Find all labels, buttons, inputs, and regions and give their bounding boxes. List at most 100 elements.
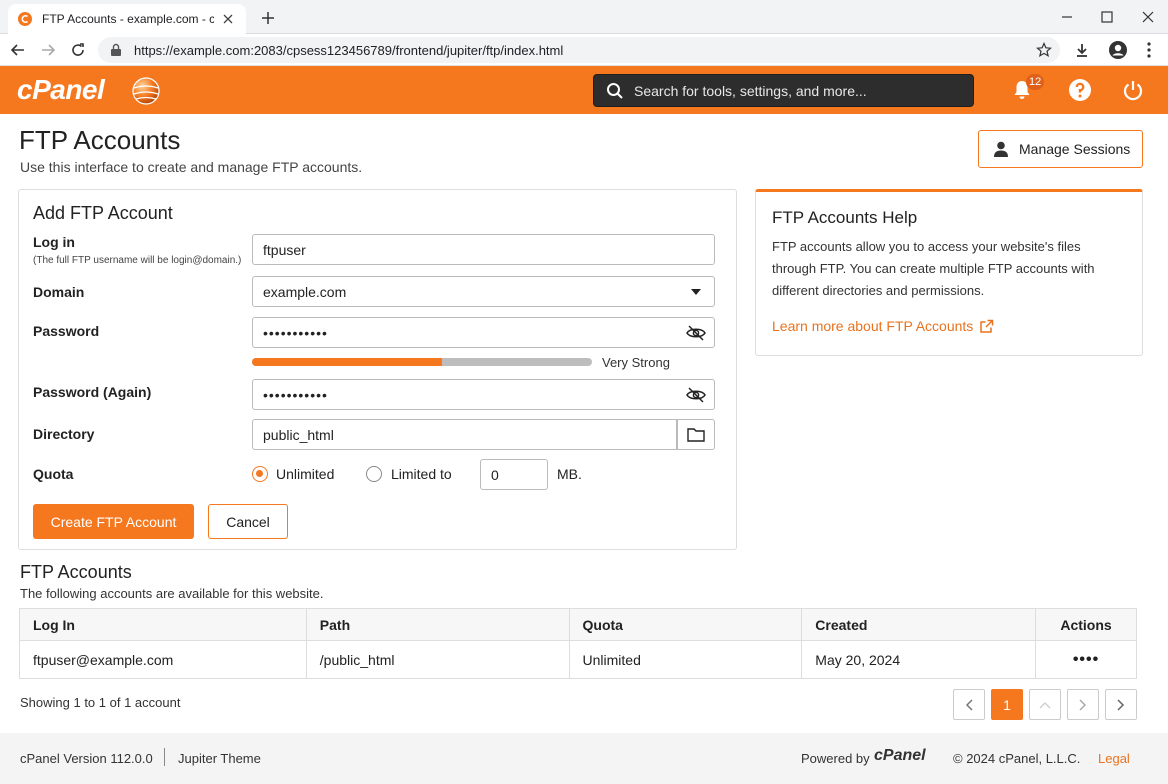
logout-power-icon[interactable] xyxy=(1121,78,1145,102)
manage-sessions-label: Manage Sessions xyxy=(1019,141,1131,157)
password-input[interactable]: ••••••••••• xyxy=(252,317,715,348)
eye-hidden-icon[interactable] xyxy=(678,318,714,347)
url-field[interactable]: https://example.com:2083/cpsess123456789… xyxy=(98,37,1060,63)
page-title: FTP Accounts xyxy=(19,125,181,155)
browser-menu-icon[interactable] xyxy=(1139,40,1159,60)
folder-icon xyxy=(687,427,705,442)
ftp-accounts-section-subtitle: The following accounts are available for… xyxy=(20,586,324,601)
chevron-right-icon xyxy=(1117,698,1125,711)
tool-search-input[interactable]: Search for tools, settings, and more... xyxy=(593,74,974,107)
browser-tab[interactable]: FTP Accounts - example.com - cPanel xyxy=(8,4,246,34)
search-placeholder: Search for tools, settings, and more... xyxy=(634,82,867,99)
ftp-accounts-section-title: FTP Accounts xyxy=(20,562,132,582)
password-strength-label: Very Strong xyxy=(602,355,670,370)
footer-divider xyxy=(164,748,165,766)
domain-label: Domain xyxy=(33,284,85,300)
password-again-value: ••••••••••• xyxy=(263,386,328,403)
cell-quota: Unlimited xyxy=(568,640,803,679)
cancel-button[interactable]: Cancel xyxy=(208,504,288,539)
ftp-help-title: FTP Accounts Help xyxy=(772,208,918,227)
new-tab-icon[interactable] xyxy=(258,8,278,28)
user-icon xyxy=(993,140,1011,158)
password-again-label: Password (Again) xyxy=(33,384,152,400)
quota-amount-input[interactable]: 0 xyxy=(480,459,548,490)
address-bar: https://example.com:2083/cpsess123456789… xyxy=(0,34,1168,66)
back-icon[interactable] xyxy=(8,40,28,60)
quota-unlimited-radio[interactable] xyxy=(252,466,268,482)
add-ftp-account-title: Add FTP Account xyxy=(33,203,173,223)
page-subtitle: Use this interface to create and manage … xyxy=(20,159,363,175)
quota-limited-radio[interactable] xyxy=(366,466,382,482)
cpanel-favicon-icon xyxy=(18,12,32,26)
column-header-path[interactable]: Path xyxy=(305,608,570,641)
footer-legal-link[interactable]: Legal xyxy=(1098,751,1130,766)
pagination-last-button[interactable] xyxy=(1105,689,1137,720)
footer-theme: Jupiter Theme xyxy=(178,751,261,766)
footer-copyright: © 2024 cPanel, L.L.C. xyxy=(953,751,1081,766)
dropdown-caret-icon xyxy=(678,277,714,306)
create-ftp-account-button[interactable]: Create FTP Account xyxy=(33,504,194,539)
help-icon[interactable] xyxy=(1068,78,1092,102)
more-actions-button[interactable]: •••• xyxy=(1073,651,1099,668)
table-header-row: Log In Path Quota Created Actions xyxy=(19,608,1137,641)
pagination-next-button[interactable] xyxy=(1067,689,1099,720)
directory-input[interactable]: public_html xyxy=(252,419,677,450)
browse-directory-button[interactable] xyxy=(677,419,715,450)
table-row: ftpuser@example.com /public_html Unlimit… xyxy=(19,640,1137,679)
minimize-icon[interactable] xyxy=(1058,8,1076,26)
window-close-icon[interactable] xyxy=(1139,8,1157,26)
quota-label: Quota xyxy=(33,466,74,482)
password-strength-meter xyxy=(252,358,592,366)
login-input[interactable]: ftpuser xyxy=(252,234,715,265)
pagination-up-button[interactable] xyxy=(1029,689,1061,720)
password-strength-fill xyxy=(252,358,443,366)
password-again-input[interactable]: ••••••••••• xyxy=(252,379,715,410)
domain-value: example.com xyxy=(263,283,347,300)
ftp-help-body: FTP accounts allow you to access your we… xyxy=(772,239,1095,298)
login-value: ftpuser xyxy=(263,241,306,258)
tab-close-icon[interactable] xyxy=(220,11,236,27)
directory-label: Directory xyxy=(33,426,95,442)
cpanel-header: cPanel Search for tools, settings, and m… xyxy=(0,66,1168,114)
quota-limited-label[interactable]: Limited to xyxy=(391,466,452,482)
chevron-up-icon xyxy=(1039,701,1051,709)
column-header-quota[interactable]: Quota xyxy=(568,608,803,641)
chevron-right-icon xyxy=(1079,698,1087,711)
cpanel-globe-icon xyxy=(131,76,161,106)
forward-icon[interactable] xyxy=(38,40,58,60)
url-text: https://example.com:2083/cpsess123456789… xyxy=(134,42,564,58)
cell-login: ftpuser@example.com xyxy=(19,640,307,679)
chevron-left-icon xyxy=(965,698,973,711)
external-link-icon xyxy=(979,319,994,334)
download-icon[interactable] xyxy=(1072,40,1092,60)
footer-version: cPanel Version 112.0.0 xyxy=(20,751,153,766)
learn-more-link[interactable]: Learn more about FTP Accounts xyxy=(772,318,994,334)
footer-powered-by: Powered by xyxy=(801,751,870,766)
directory-value: public_html xyxy=(263,426,334,443)
lock-icon xyxy=(110,43,122,57)
search-icon xyxy=(606,82,624,100)
browser-tab-bar: FTP Accounts - example.com - cPanel xyxy=(0,0,1168,34)
cell-created: May 20, 2024 xyxy=(801,640,1037,679)
cell-path: /public_html xyxy=(305,640,570,679)
manage-sessions-button[interactable]: Manage Sessions xyxy=(978,130,1143,168)
pagination-page-button[interactable]: 1 xyxy=(991,689,1023,720)
cell-actions: •••• xyxy=(1035,640,1137,679)
domain-select[interactable]: example.com xyxy=(252,276,715,307)
column-header-actions: Actions xyxy=(1035,608,1137,641)
maximize-icon[interactable] xyxy=(1098,8,1116,26)
pagination-summary: Showing 1 to 1 of 1 account xyxy=(20,695,181,710)
ftp-accounts-table: Log In Path Quota Created Actions ftpuse… xyxy=(19,608,1137,679)
bookmark-star-icon[interactable] xyxy=(1036,42,1052,58)
pagination-prev-button[interactable] xyxy=(953,689,985,720)
learn-more-label: Learn more about FTP Accounts xyxy=(772,318,974,334)
footer-cpanel-logo: cPanel xyxy=(874,747,926,764)
quota-unlimited-label[interactable]: Unlimited xyxy=(276,466,334,482)
quota-amount-value: 0 xyxy=(491,466,499,483)
reload-icon[interactable] xyxy=(68,40,88,60)
profile-icon[interactable] xyxy=(1108,40,1128,60)
cpanel-logo[interactable]: cPanel xyxy=(17,74,105,106)
column-header-created[interactable]: Created xyxy=(801,608,1037,641)
column-header-login[interactable]: Log In xyxy=(19,608,307,641)
eye-hidden-icon[interactable] xyxy=(678,380,714,409)
